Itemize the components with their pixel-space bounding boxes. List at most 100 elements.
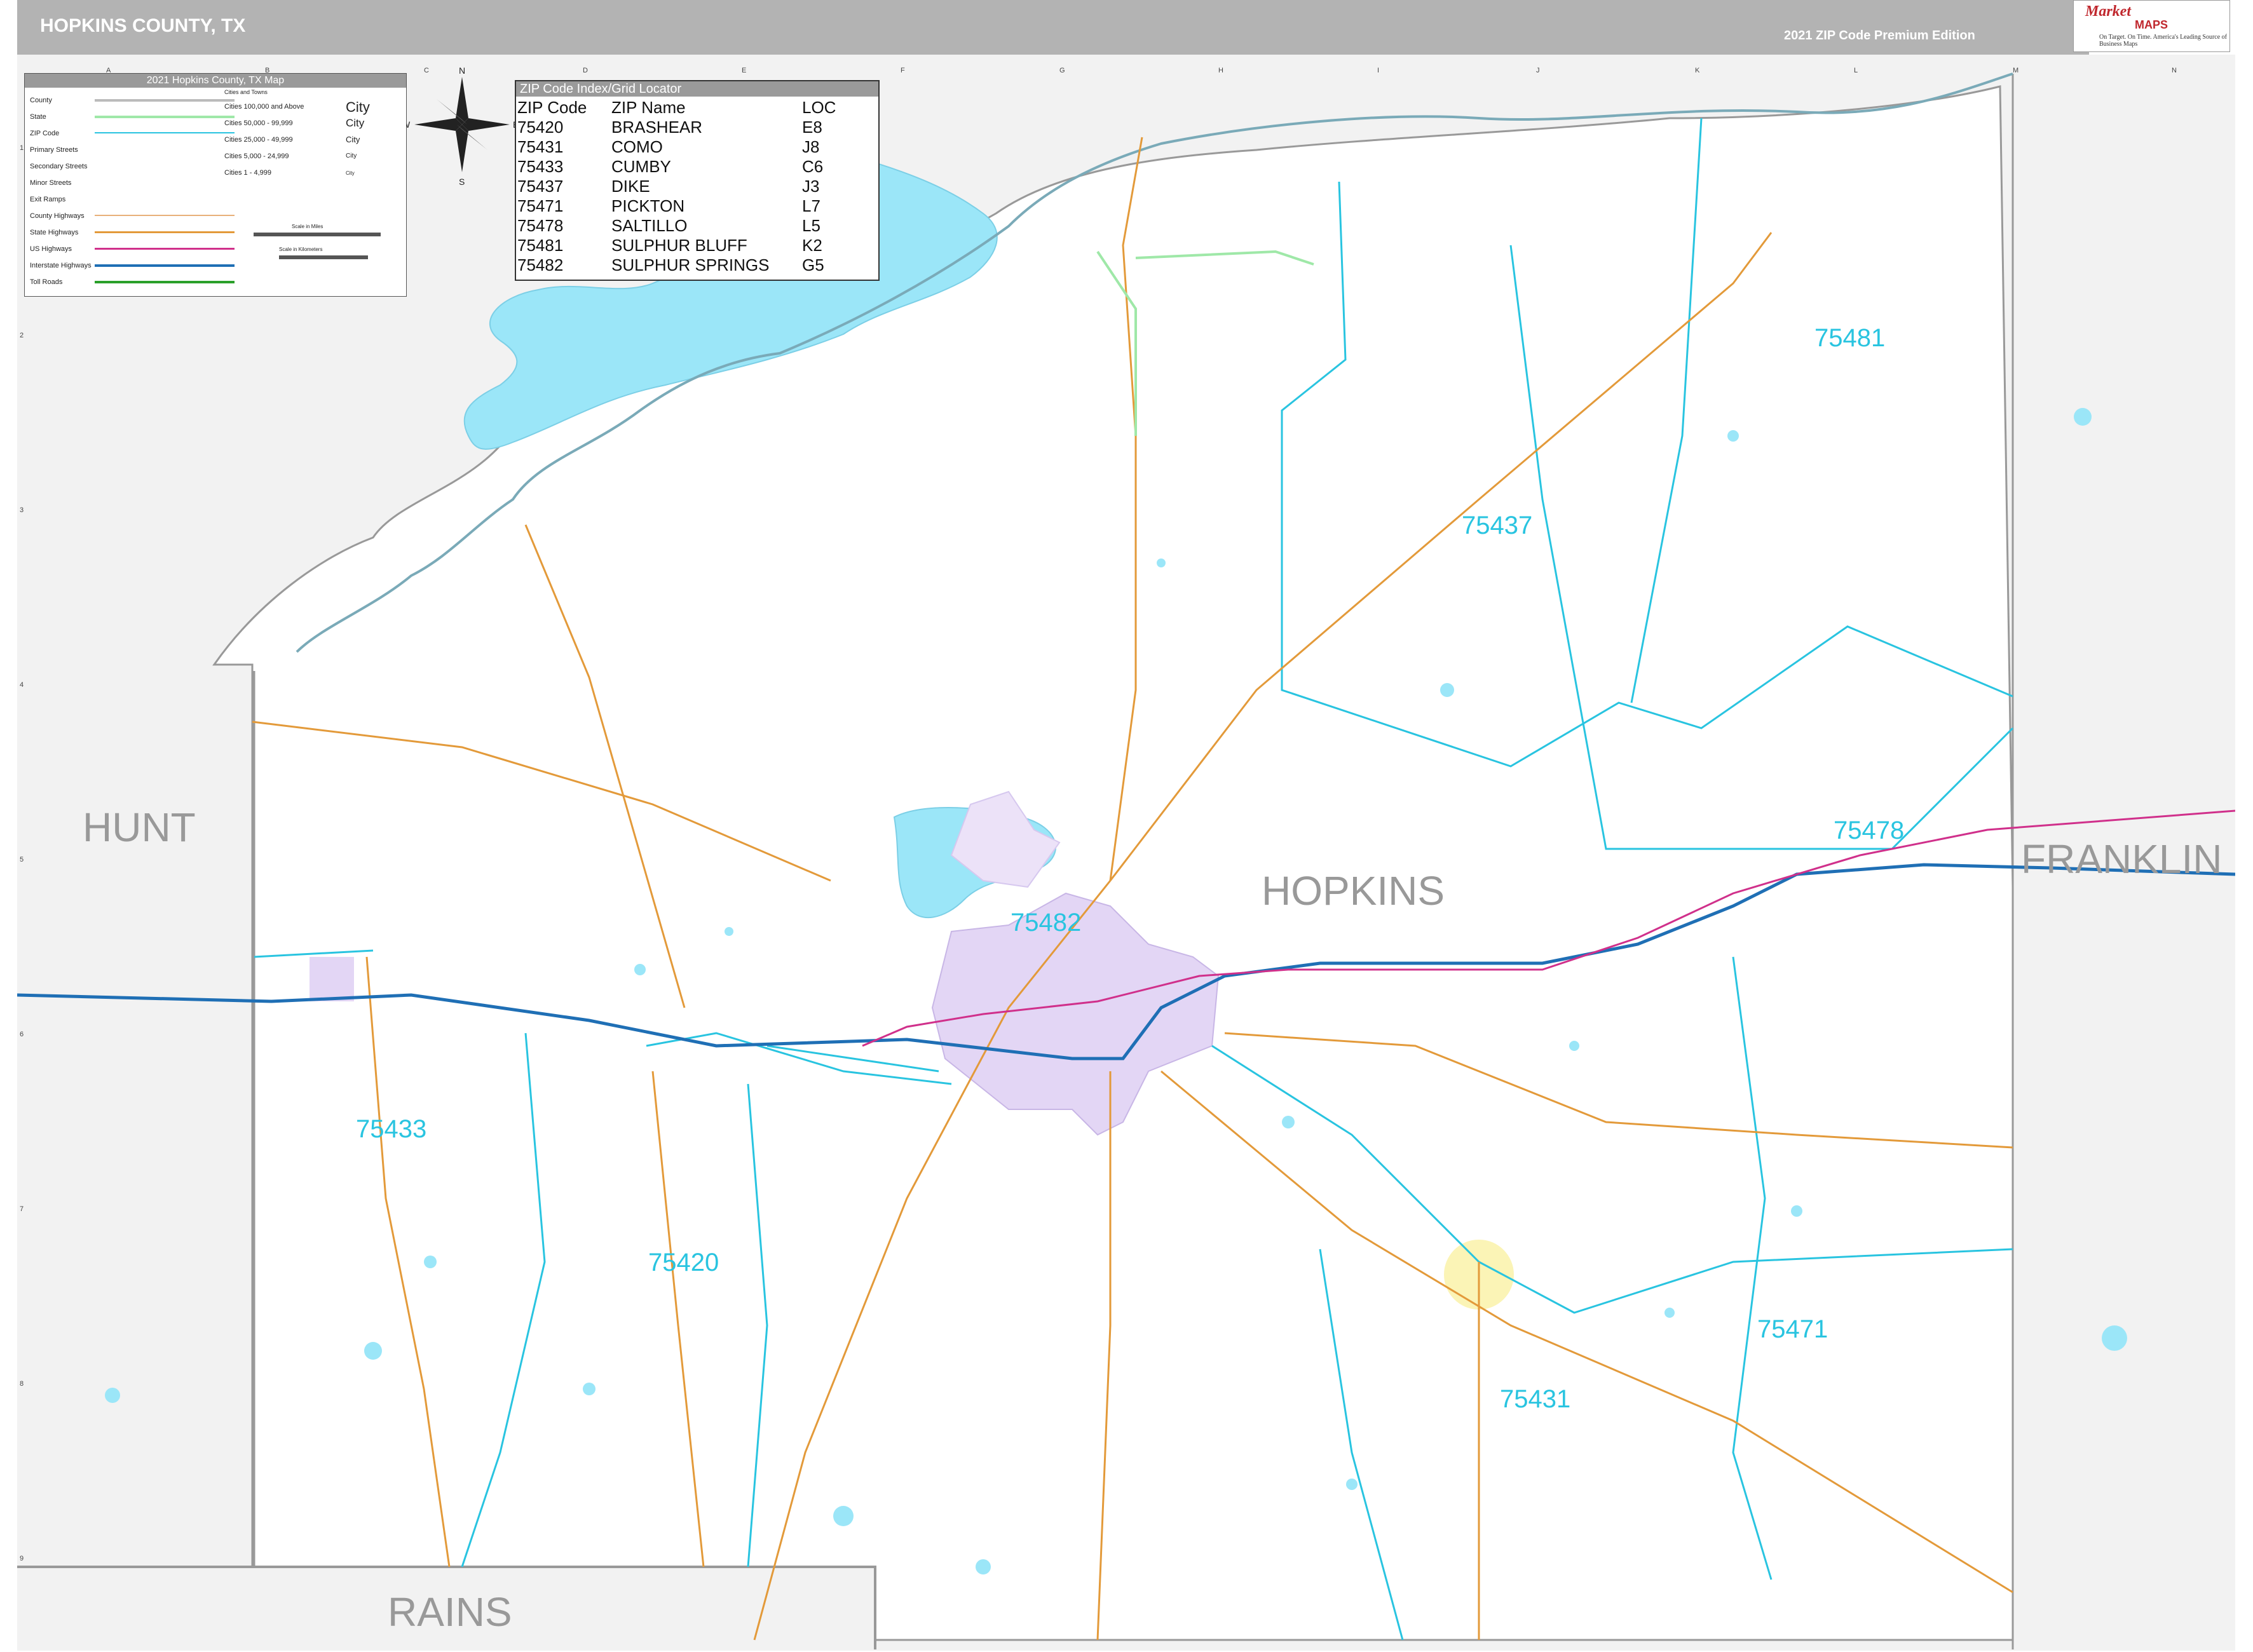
grid-col-label: I	[1377, 67, 1379, 74]
zip-label-75481: 75481	[1814, 324, 1886, 352]
grid-col-label: G	[1059, 67, 1065, 74]
legend-line-state	[95, 116, 235, 118]
logo-tagline: On Target. On Time. America's Leading So…	[2099, 34, 2227, 48]
zip-header-code: ZIP Code	[517, 98, 587, 117]
legend-city-label: Cities 100,000 and Above	[224, 103, 304, 111]
legend-label-state: State	[30, 113, 46, 121]
grid-row-label: 6	[20, 1031, 24, 1038]
zip-label-75471: 75471	[1757, 1315, 1828, 1343]
zip-code-index: ZIP Code Index/Grid Locator ZIP Code ZIP…	[515, 80, 880, 281]
zip-index-row: 75437 DIKE J3	[516, 177, 878, 196]
zip-name: COMO	[611, 137, 663, 156]
grid-row-label: 8	[20, 1380, 24, 1388]
grid-row-label: 5	[20, 856, 24, 863]
map-legend: 2021 Hopkins County, TX Map County State…	[24, 73, 407, 297]
legend-label-ramps: Exit Ramps	[30, 196, 66, 203]
legend-title: 2021 Hopkins County, TX Map	[25, 74, 406, 88]
legend-label-interstate: Interstate Highways	[30, 262, 92, 269]
legend-line-state-hwy	[95, 231, 235, 233]
zip-label-75437: 75437	[1462, 511, 1533, 539]
legend-scale-km: Scale in Kilometers	[279, 247, 323, 252]
edition-label: 2021 ZIP Code Premium Edition	[1784, 29, 1975, 43]
grid-col-label: K	[1695, 67, 1700, 74]
legend-label-primary: Primary Streets	[30, 146, 78, 154]
market-maps-logo: Market MAPS On Target. On Time. America'…	[2073, 0, 2230, 52]
zip-index-row: 75481 SULPHUR BLUFF K2	[516, 236, 878, 255]
county-label-franklin: FRANKLIN	[2021, 836, 2222, 882]
legend-city-sample: City	[346, 170, 355, 176]
zip-name: CUMBY	[611, 157, 671, 176]
zip-label-75478: 75478	[1834, 816, 1905, 844]
legend-city-label: Cities 5,000 - 24,999	[224, 152, 289, 160]
grid-row-label: 1	[20, 144, 24, 152]
zip-code: 75478	[517, 216, 564, 235]
zip-name: BRASHEAR	[611, 118, 703, 137]
compass-n: N	[459, 65, 465, 76]
legend-label-state-hwy: State Highways	[30, 229, 79, 236]
header-bar: HOPKINS COUNTY, TX 2021 ZIP Code Premium…	[17, 0, 2089, 55]
zip-index-header: ZIP Code ZIP Name LOC	[516, 98, 878, 118]
grid-row-label: 3	[20, 506, 24, 514]
grid-row-label: 4	[20, 681, 24, 689]
zip-index-row: 75431 COMO J8	[516, 137, 878, 157]
cumby-city-area	[310, 957, 354, 1001]
grid-col-label: M	[2013, 67, 2018, 74]
zip-header-loc: LOC	[802, 98, 836, 117]
grid-col-label: D	[583, 67, 588, 74]
legend-city-label: Cities 25,000 - 49,999	[224, 136, 293, 144]
logo-maps-text: MAPS	[2135, 18, 2168, 31]
legend-scale-bar-miles	[254, 233, 381, 236]
zip-label-75482: 75482	[1011, 909, 1082, 937]
grid-col-label: C	[424, 67, 429, 74]
legend-label-minor: Minor Streets	[30, 179, 72, 187]
zip-loc: C6	[802, 157, 824, 176]
zip-name: DIKE	[611, 177, 650, 196]
grid-col-label: J	[1536, 67, 1540, 74]
legend-line-interstate	[95, 264, 235, 267]
legend-line-county	[95, 99, 235, 102]
legend-line-toll	[95, 281, 235, 283]
zip-name: SULPHUR BLUFF	[611, 236, 747, 255]
legend-city-sample: City	[346, 152, 357, 159]
zip-code: 75437	[517, 177, 564, 196]
grid-row-label: 9	[20, 1555, 24, 1562]
zip-index-row: 75420 BRASHEAR E8	[516, 118, 878, 137]
grid-col-label: E	[742, 67, 746, 74]
zip-index-row: 75471 PICKTON L7	[516, 196, 878, 216]
county-label-hopkins: HOPKINS	[1262, 868, 1445, 914]
zip-code: 75420	[517, 118, 564, 137]
zip-name: SULPHUR SPRINGS	[611, 255, 770, 274]
zip-loc: E8	[802, 118, 822, 137]
legend-city-label: Cities 1 - 4,999	[224, 169, 271, 177]
county-label-rains: RAINS	[388, 1589, 512, 1635]
legend-scale-miles: Scale in Miles	[292, 224, 323, 229]
legend-label-county-hwy: County Highways	[30, 212, 85, 220]
grid-col-label: N	[2172, 67, 2177, 74]
zip-code: 75482	[517, 255, 564, 274]
zip-name: SALTILLO	[611, 216, 688, 235]
grid-row-label: 2	[20, 332, 24, 339]
legend-city-label: Cities 50,000 - 99,999	[224, 119, 293, 127]
zip-code: 75431	[517, 137, 564, 156]
zip-label-75420: 75420	[648, 1249, 719, 1276]
zip-loc: L7	[802, 196, 820, 215]
zip-index-title: ZIP Code Index/Grid Locator	[516, 81, 878, 97]
grid-col-label: L	[1854, 67, 1858, 74]
legend-label-secondary: Secondary Streets	[30, 163, 88, 170]
zip-code: 75433	[517, 157, 564, 176]
zip-header-name: ZIP Name	[611, 98, 686, 117]
legend-line-county-hwy	[95, 215, 235, 216]
zip-code: 75471	[517, 196, 564, 215]
grid-col-label: H	[1218, 67, 1223, 74]
legend-label-us-hwy: US Highways	[30, 245, 72, 253]
legend-label-toll: Toll Roads	[30, 278, 63, 286]
legend-scale-bar-km	[279, 255, 368, 259]
legend-city-sample: City	[346, 117, 365, 129]
zip-index-row: 75478 SALTILLO L5	[516, 216, 878, 236]
grid-col-label: F	[901, 67, 905, 74]
grid-row-label: 7	[20, 1205, 24, 1213]
legend-line-us-hwy	[95, 248, 235, 250]
legend-cities-title: Cities and Towns	[224, 89, 268, 95]
zip-code: 75481	[517, 236, 564, 255]
zip-loc: J3	[802, 177, 820, 196]
